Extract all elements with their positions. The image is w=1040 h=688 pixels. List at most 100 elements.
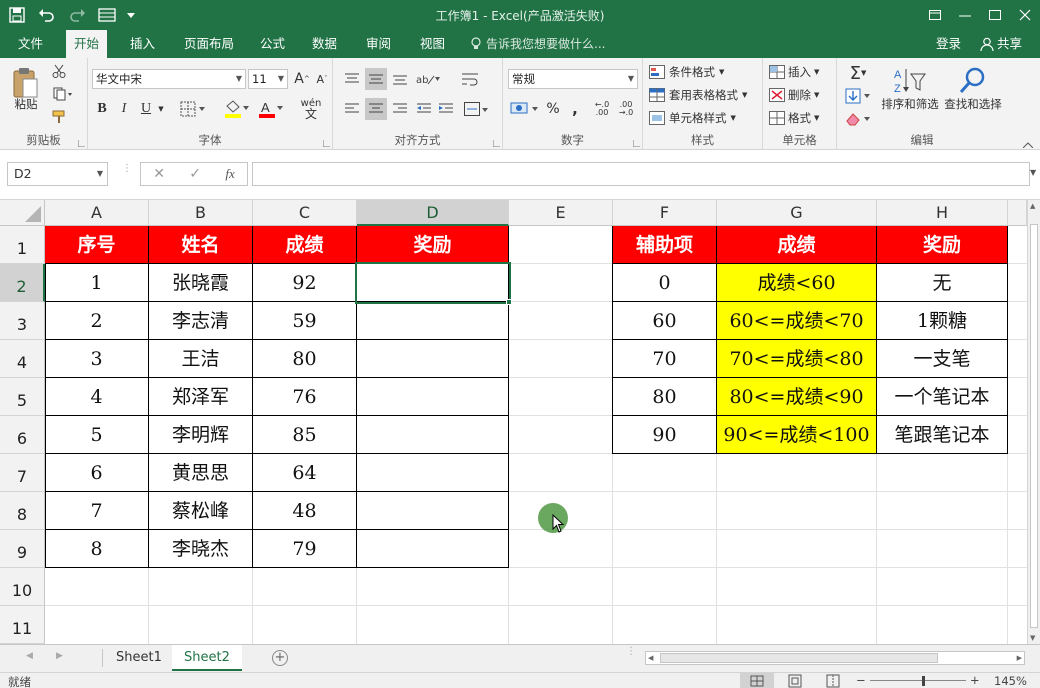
zoom-level[interactable]: 145% xyxy=(994,674,1027,688)
table-cell[interactable]: 80 xyxy=(253,340,357,378)
table-cell[interactable] xyxy=(357,530,509,568)
find-select-icon[interactable] xyxy=(955,64,989,98)
header-cell-name[interactable]: 姓名 xyxy=(149,226,253,264)
table-cell[interactable]: 79 xyxy=(253,530,357,568)
phonetic-icon[interactable]: wén 文 xyxy=(296,96,326,122)
decrease-decimal-icon[interactable]: .00 →.0 xyxy=(615,98,637,120)
row-header-7[interactable]: 7 xyxy=(0,454,45,492)
align-top-icon[interactable] xyxy=(341,68,363,90)
table-cell[interactable]: 3 xyxy=(45,340,149,378)
table-cell[interactable] xyxy=(357,416,509,454)
table-cell[interactable]: 7 xyxy=(45,492,149,530)
row-header-11[interactable]: 11 xyxy=(0,606,45,644)
fill-icon[interactable] xyxy=(843,85,873,107)
column-header-e[interactable]: E xyxy=(509,200,613,226)
tab-formulas[interactable]: 公式 xyxy=(252,30,293,58)
delete-cells-button[interactable]: 删除 ▼ xyxy=(769,85,819,105)
copy-icon[interactable] xyxy=(50,85,76,103)
lookup-cell[interactable]: 无 xyxy=(877,264,1008,302)
sheet-tab-sheet1[interactable]: Sheet1 xyxy=(104,645,174,671)
header-cell-reward-lookup[interactable]: 奖励 xyxy=(877,226,1008,264)
prev-sheet-icon[interactable]: ◀ xyxy=(26,651,33,661)
lookup-cell[interactable]: 1颗糖 xyxy=(877,302,1008,340)
table-cell[interactable]: 郑泽军 xyxy=(149,378,253,416)
table-cell[interactable]: 8 xyxy=(45,530,149,568)
table-cell[interactable]: 48 xyxy=(253,492,357,530)
add-sheet-icon[interactable]: + xyxy=(272,650,288,666)
decrease-font-icon[interactable]: Aˇ xyxy=(314,69,330,89)
table-cell[interactable]: 2 xyxy=(45,302,149,340)
column-header-h[interactable]: H xyxy=(877,200,1008,226)
ribbon-display-icon[interactable] xyxy=(920,0,950,30)
tab-data[interactable]: 数据 xyxy=(304,30,345,58)
expand-formula-icon[interactable]: ▼ xyxy=(1030,168,1036,177)
row-header-10[interactable]: 10 xyxy=(0,568,45,606)
table-cell[interactable]: 92 xyxy=(253,264,357,302)
conditional-formatting-button[interactable]: 条件格式 ▼ xyxy=(649,62,724,82)
page-break-view-icon[interactable] xyxy=(818,673,848,688)
clear-icon[interactable] xyxy=(843,108,873,130)
tab-review[interactable]: 审阅 xyxy=(358,30,399,58)
find-select-label[interactable]: 查找和选择 xyxy=(941,96,1005,112)
table-cell[interactable]: 蔡松峰 xyxy=(149,492,253,530)
collapse-ribbon-icon[interactable] xyxy=(1021,140,1035,150)
dialog-launcher-icon[interactable] xyxy=(631,138,641,148)
sheet-tab-sheet2[interactable]: Sheet2 xyxy=(172,645,242,671)
header-cell-seq[interactable]: 序号 xyxy=(45,226,149,264)
lookup-cell[interactable]: 60 xyxy=(613,302,717,340)
tab-insert[interactable]: 插入 xyxy=(122,30,163,58)
column-header-d[interactable]: D xyxy=(357,200,509,226)
table-cell[interactable]: 85 xyxy=(253,416,357,454)
table-cell[interactable]: 76 xyxy=(253,378,357,416)
autosum-icon[interactable]: Σ ▼ xyxy=(843,62,873,84)
paste-label[interactable]: 粘贴 xyxy=(8,96,44,112)
underline-button[interactable]: U xyxy=(136,98,156,120)
cancel-icon[interactable]: ✕ xyxy=(153,166,165,182)
borders-icon[interactable] xyxy=(178,98,208,120)
column-header-b[interactable]: B xyxy=(149,200,253,226)
row-header-5[interactable]: 5 xyxy=(0,378,45,416)
table-cell[interactable] xyxy=(357,340,509,378)
format-cells-button[interactable]: 格式 ▼ xyxy=(769,108,819,128)
row-header-9[interactable]: 9 xyxy=(0,530,45,568)
horizontal-scrollbar[interactable]: ◀ ▶ xyxy=(645,651,1025,665)
close-icon[interactable] xyxy=(1010,0,1040,30)
table-cell[interactable]: 64 xyxy=(253,454,357,492)
table-cell[interactable]: 5 xyxy=(45,416,149,454)
lookup-cell[interactable]: 一支笔 xyxy=(877,340,1008,378)
chevron-down-icon[interactable]: ▼ xyxy=(156,98,166,120)
italic-button[interactable]: I xyxy=(114,98,134,120)
table-cell[interactable] xyxy=(357,492,509,530)
tab-file[interactable]: 文件 xyxy=(10,30,51,58)
cell-styles-button[interactable]: 单元格样式 ▼ xyxy=(649,108,736,128)
table-cell[interactable]: 李志清 xyxy=(149,302,253,340)
lookup-cell[interactable]: 90 xyxy=(613,416,717,454)
row-header-1[interactable]: 1 xyxy=(0,226,45,264)
lookup-cell[interactable]: 90<=成绩<100 xyxy=(717,416,877,454)
column-header-c[interactable]: C xyxy=(253,200,357,226)
table-cell[interactable]: 59 xyxy=(253,302,357,340)
minimize-icon[interactable] xyxy=(950,0,980,30)
decrease-indent-icon[interactable] xyxy=(413,98,435,120)
select-all-corner[interactable] xyxy=(0,200,45,226)
align-left-icon[interactable] xyxy=(341,98,363,120)
align-center-icon[interactable] xyxy=(365,98,387,120)
header-cell-score-range[interactable]: 成绩 xyxy=(717,226,877,264)
zoom-slider[interactable] xyxy=(870,680,966,681)
number-format-combo[interactable]: 常规 ▼ xyxy=(508,69,638,89)
lookup-cell[interactable]: 70<=成绩<80 xyxy=(717,340,877,378)
fill-handle[interactable] xyxy=(506,299,512,305)
vertical-scrollbar[interactable]: ▲ ▼ xyxy=(1027,200,1040,644)
orientation-icon[interactable]: ab xyxy=(413,68,443,90)
table-cell[interactable]: 1 xyxy=(45,264,149,302)
login-link[interactable]: 登录 xyxy=(936,30,961,58)
formula-input[interactable] xyxy=(252,162,1030,186)
format-as-table-button[interactable]: 套用表格格式 ▼ xyxy=(649,85,747,105)
table-cell[interactable]: 6 xyxy=(45,454,149,492)
align-bottom-icon[interactable] xyxy=(389,68,411,90)
scroll-right-icon[interactable]: ▶ xyxy=(1017,654,1022,662)
tab-home[interactable]: 开始 xyxy=(66,30,108,58)
normal-view-icon[interactable] xyxy=(740,673,774,688)
zoom-in-icon[interactable]: + xyxy=(970,673,980,687)
table-cell[interactable]: 李明辉 xyxy=(149,416,253,454)
